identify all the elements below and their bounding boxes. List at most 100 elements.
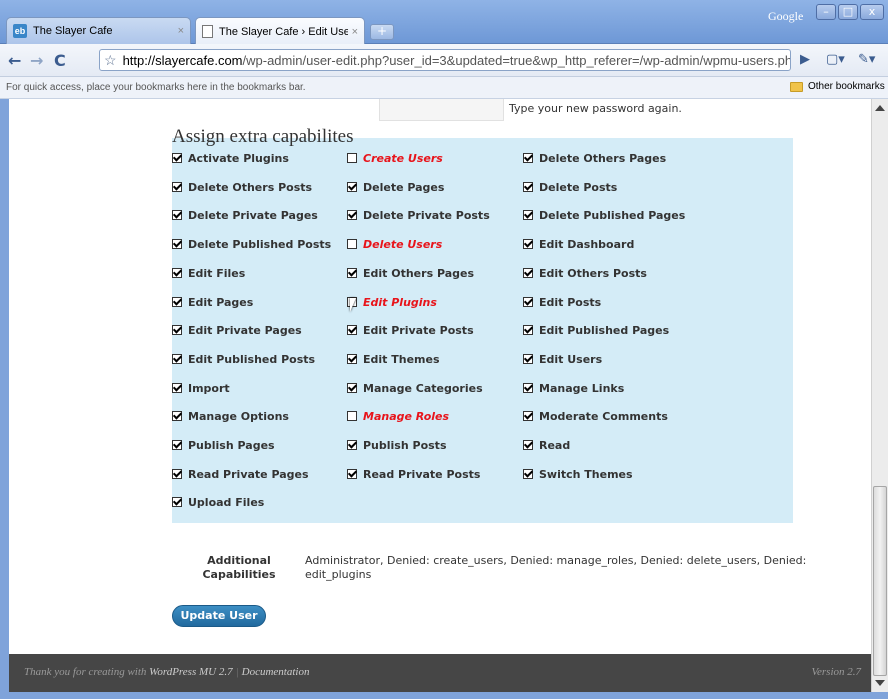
capability-item[interactable]: Read (523, 437, 570, 453)
tab-close-icon[interactable]: × (352, 26, 358, 38)
capability-checkbox[interactable] (523, 325, 533, 335)
capability-checkbox[interactable] (172, 440, 182, 450)
capability-checkbox[interactable] (172, 383, 182, 393)
capability-checkbox[interactable] (347, 354, 357, 364)
update-user-button[interactable]: Update User (172, 605, 266, 627)
capability-item[interactable]: Create Users (347, 150, 443, 166)
star-icon[interactable]: ☆ (104, 52, 117, 69)
capability-item[interactable]: Delete Pages (347, 179, 444, 195)
capability-checkbox[interactable] (523, 153, 533, 163)
capability-item[interactable]: Upload Files (172, 494, 264, 510)
capability-item[interactable]: Edit Others Posts (523, 265, 647, 281)
capability-item[interactable]: Delete Others Pages (523, 150, 666, 166)
additional-label-line1: Additional (207, 554, 271, 567)
capability-item[interactable]: Delete Others Posts (172, 179, 312, 195)
documentation-link[interactable]: Documentation (242, 666, 310, 678)
capability-checkbox[interactable] (172, 210, 182, 220)
capability-item[interactable]: Manage Roles (347, 408, 449, 424)
capability-checkbox[interactable] (347, 268, 357, 278)
capability-item[interactable]: Manage Categories (347, 380, 483, 396)
capability-item[interactable]: Edit Posts (523, 294, 601, 310)
capability-checkbox[interactable] (172, 469, 182, 479)
capability-checkbox[interactable] (523, 239, 533, 249)
wrench-icon[interactable]: ✎▾ (858, 52, 875, 67)
capability-item[interactable]: Manage Links (523, 380, 624, 396)
capability-checkbox[interactable] (172, 354, 182, 364)
scroll-down-icon[interactable] (875, 680, 885, 686)
capability-checkbox[interactable] (523, 440, 533, 450)
capability-checkbox[interactable] (347, 440, 357, 450)
new-tab-button[interactable]: + (370, 24, 394, 40)
capability-item[interactable]: Edit Themes (347, 351, 440, 367)
capability-checkbox[interactable] (347, 325, 357, 335)
page-menu-icon[interactable]: ▢▾ (826, 52, 845, 67)
capability-item[interactable]: Edit Files (172, 265, 245, 281)
capability-item[interactable]: Delete Posts (523, 179, 617, 195)
capability-item[interactable]: Read Private Posts (347, 466, 480, 482)
back-arrow-icon[interactable]: ← (8, 51, 21, 70)
capability-item[interactable]: Edit Dashboard (523, 236, 634, 252)
capability-item[interactable]: Delete Published Pages (523, 207, 685, 223)
capability-checkbox[interactable] (523, 268, 533, 278)
capability-item[interactable]: Edit Published Pages (523, 322, 669, 338)
capability-item[interactable]: Import (172, 380, 230, 396)
capability-checkbox[interactable] (523, 469, 533, 479)
capability-checkbox[interactable] (347, 411, 357, 421)
capability-checkbox[interactable] (347, 469, 357, 479)
capability-checkbox[interactable] (172, 268, 182, 278)
capability-item[interactable]: Edit Others Pages (347, 265, 474, 281)
capability-item[interactable]: Delete Users (347, 236, 442, 252)
capability-label: Delete Private Posts (363, 208, 490, 222)
go-arrow-icon[interactable]: ▶ (800, 52, 810, 67)
capability-item[interactable]: Delete Private Pages (172, 207, 318, 223)
capability-checkbox[interactable] (523, 354, 533, 364)
tab-slayer-cafe[interactable]: eb The Slayer Cafe × (6, 17, 191, 44)
capability-checkbox[interactable] (172, 297, 182, 307)
capability-item[interactable]: Edit Published Posts (172, 351, 315, 367)
scroll-up-icon[interactable] (875, 105, 885, 111)
capability-checkbox[interactable] (523, 210, 533, 220)
vertical-scrollbar[interactable] (871, 99, 888, 692)
capability-item[interactable]: Manage Options (172, 408, 289, 424)
other-bookmarks[interactable]: Other bookmarks (790, 81, 885, 92)
forward-arrow-icon[interactable]: → (30, 51, 43, 70)
capability-item[interactable]: Edit Private Pages (172, 322, 302, 338)
maximize-button[interactable]: □ (838, 4, 858, 20)
capability-item[interactable]: Edit Pages (172, 294, 253, 310)
capability-item[interactable]: Delete Private Posts (347, 207, 490, 223)
close-window-button[interactable]: x (860, 4, 884, 20)
capability-item[interactable]: Moderate Comments (523, 408, 668, 424)
capability-checkbox[interactable] (523, 411, 533, 421)
capability-label: Edit Private Posts (363, 323, 474, 337)
address-bar[interactable]: ☆ http://slayercafe.com /wp-admin/user-e… (99, 49, 791, 71)
scrollbar-thumb[interactable] (873, 486, 887, 676)
capability-checkbox[interactable] (347, 153, 357, 163)
confirm-password-field[interactable] (379, 99, 504, 121)
tab-edit-user[interactable]: The Slayer Cafe › Edit User… × (195, 17, 365, 45)
capability-checkbox[interactable] (172, 497, 182, 507)
capability-checkbox[interactable] (523, 297, 533, 307)
capability-label: Edit Users (539, 352, 603, 366)
capability-checkbox[interactable] (347, 182, 357, 192)
capability-checkbox[interactable] (347, 239, 357, 249)
reload-icon[interactable]: C (54, 51, 66, 70)
capability-checkbox[interactable] (172, 325, 182, 335)
tab-close-icon[interactable]: × (178, 25, 184, 37)
capability-item[interactable]: Switch Themes (523, 466, 633, 482)
capability-checkbox[interactable] (172, 182, 182, 192)
capability-checkbox[interactable] (172, 153, 182, 163)
capability-item[interactable]: Edit Users (523, 351, 602, 367)
capability-item[interactable]: Edit Private Posts (347, 322, 474, 338)
capability-checkbox[interactable] (172, 411, 182, 421)
capability-checkbox[interactable] (523, 383, 533, 393)
capability-checkbox[interactable] (523, 182, 533, 192)
capability-item[interactable]: Read Private Pages (172, 466, 309, 482)
capability-checkbox[interactable] (347, 383, 357, 393)
capability-checkbox[interactable] (172, 239, 182, 249)
capability-checkbox[interactable] (347, 210, 357, 220)
capability-item[interactable]: Activate Plugins (172, 150, 289, 166)
minimize-button[interactable]: – (816, 4, 836, 20)
capability-item[interactable]: Publish Posts (347, 437, 447, 453)
capability-item[interactable]: Publish Pages (172, 437, 275, 453)
capability-item[interactable]: Delete Published Posts (172, 236, 331, 252)
